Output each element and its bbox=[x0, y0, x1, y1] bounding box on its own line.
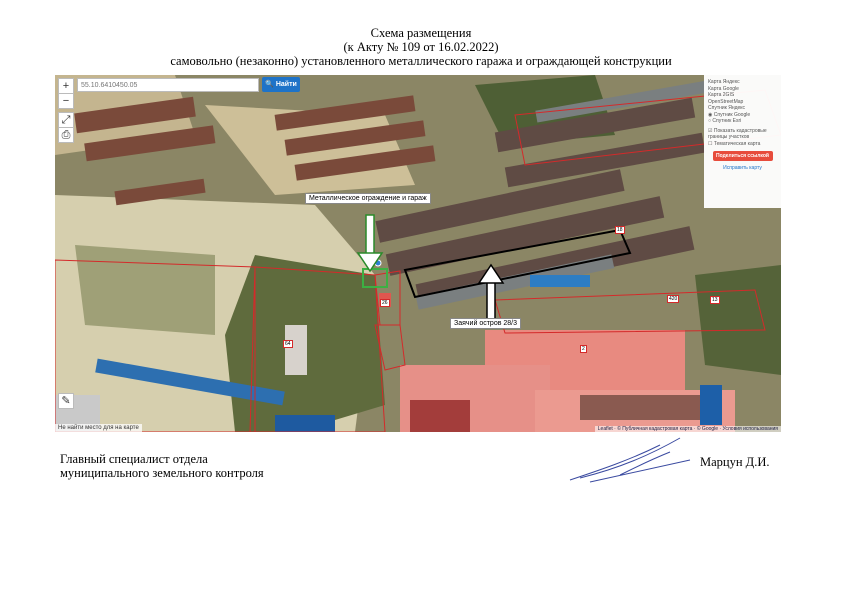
report-map-link[interactable]: Исправить карту bbox=[704, 165, 781, 171]
parcel-label: 64 bbox=[283, 340, 293, 348]
zoom-out-button[interactable]: − bbox=[58, 93, 74, 109]
share-button[interactable]: Поделиться ссылкой bbox=[712, 151, 773, 161]
checkbox-label: Тематическая карта bbox=[713, 140, 761, 147]
layer-option-label: Спутник Google bbox=[713, 111, 751, 118]
layers-panel: Карта Яндекс Карта Google Карта 2GIS Ope… bbox=[704, 75, 781, 208]
search-button[interactable]: 🔍 Найти bbox=[262, 77, 300, 92]
checkbox-label: Показать кадастровые границы участков bbox=[708, 127, 767, 141]
document-title-line2: (к Акту № 109 от 16.02.2022) bbox=[343, 40, 499, 54]
layer-option-label: Спутник Esri bbox=[712, 118, 742, 124]
parcel-label: 2 bbox=[580, 345, 587, 353]
signer-position-line1: Главный специалист отдела bbox=[60, 452, 208, 466]
signer-position-line2: муниципального земельного контроля bbox=[60, 466, 264, 480]
cadastral-checkbox[interactable]: ☑ Показать кадастровые границы участков bbox=[704, 128, 781, 141]
thematic-checkbox[interactable]: ☐ Тематическая карта bbox=[704, 141, 781, 148]
search-button-label: Найти bbox=[275, 81, 297, 88]
satellite-imagery bbox=[55, 75, 781, 432]
annotation-fence-garage: Металлическое ограждение и гараж bbox=[305, 193, 431, 204]
document-title-line1: Схема размещения bbox=[370, 26, 472, 40]
print-icon[interactable]: ⎙ bbox=[58, 127, 74, 143]
measure-icon[interactable]: ✎ bbox=[58, 393, 74, 409]
parcel-label: 420 bbox=[667, 295, 680, 303]
parcel-label: 26 bbox=[380, 299, 390, 307]
handwritten-signature bbox=[569, 437, 691, 483]
search-input[interactable] bbox=[77, 78, 259, 92]
satellite-map[interactable]: 64 26 18 420 13 2 + − ⤢ ⎙ ✎ 🔍 Найти Карт… bbox=[55, 75, 781, 432]
checkbox-icon: ☐ bbox=[708, 140, 713, 147]
signer-name: Марцун Д.И. bbox=[700, 455, 770, 469]
coordinates-readout: Не найти место для на карте bbox=[55, 424, 142, 432]
annotation-address: Заячий остров 28/3 bbox=[450, 318, 521, 329]
document-title-line3: самовольно (незаконно) установленного ме… bbox=[170, 54, 672, 68]
checkbox-checked-icon: ☑ bbox=[708, 127, 713, 134]
parcel-label: 18 bbox=[615, 226, 625, 234]
fullscreen-icon[interactable]: ⤢ bbox=[58, 112, 74, 128]
zoom-in-button[interactable]: + bbox=[58, 78, 74, 94]
radio-icon: ○ bbox=[708, 118, 712, 124]
radio-icon: ◉ bbox=[708, 111, 713, 118]
parcel-label: 13 bbox=[710, 296, 720, 304]
